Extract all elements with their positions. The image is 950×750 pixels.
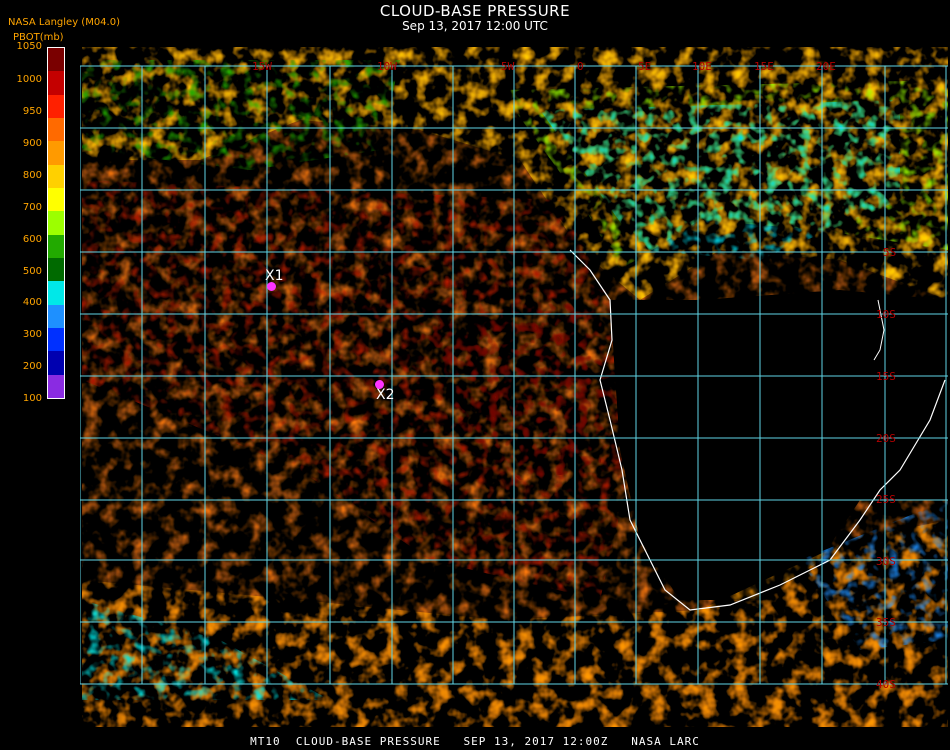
satellite-map: 5S 10S 15S 20S 25S 30S 35S 40S 15W 10W 5… <box>79 47 948 727</box>
colorbar-segment <box>48 304 64 329</box>
colorbar-tick-label: 100 <box>22 393 42 404</box>
colorbar-segment <box>48 281 64 306</box>
colorbar-tick-label: 500 <box>22 266 42 277</box>
colorbar-segment <box>48 258 64 282</box>
colorbar-tick-label: 700 <box>22 202 42 213</box>
colorbar <box>47 47 65 399</box>
lat-label: 5S <box>883 246 896 259</box>
footer-caption: MT10 CLOUD-BASE PRESSURE SEP 13, 2017 12… <box>250 735 700 748</box>
colorbar-segment <box>48 164 64 189</box>
tropical-green-cloud <box>82 60 400 170</box>
colorbar-segment <box>48 328 64 352</box>
lat-label: 40S <box>876 678 896 691</box>
colorbar-segment <box>48 118 64 142</box>
lat-label: 35S <box>876 616 896 629</box>
colorbar-tick-label: 1050 <box>16 41 42 52</box>
page-title: CLOUD-BASE PRESSURE <box>379 2 571 20</box>
colorbar-segment <box>48 94 64 119</box>
colorbar-tick-label: 600 <box>22 234 42 245</box>
colorbar-segment <box>48 351 64 376</box>
colorbar-tick-label: 800 <box>22 170 42 181</box>
colorbar-segment <box>48 71 64 96</box>
colorbar-tick-label: 950 <box>22 106 42 117</box>
colorbar-tick-label: 900 <box>22 138 42 149</box>
colorbar-segment <box>48 48 64 72</box>
marker-x2-dot <box>375 380 384 389</box>
colorbar-segment <box>48 374 64 399</box>
lat-label: 15S <box>876 370 896 383</box>
agency-label: NASA Langley (M04.0) <box>8 17 120 28</box>
lon-label: 10W <box>377 60 397 73</box>
lon-label: 20E <box>816 60 836 73</box>
marker-x1-dot <box>267 282 276 291</box>
lat-label: 10S <box>876 308 896 321</box>
page-subtitle: Sep 13, 2017 12:00 UTC <box>402 19 548 33</box>
colorbar-segment <box>48 188 64 212</box>
colorbar-tick-label: 300 <box>22 329 42 340</box>
lon-label: 15W <box>252 60 272 73</box>
colorbar-segment <box>48 141 64 166</box>
colorbar-tick-label: 200 <box>22 361 42 372</box>
colorbar-tick-label: 1000 <box>16 74 42 85</box>
lon-label: 10E <box>692 60 712 73</box>
lat-label: 20S <box>876 432 896 445</box>
lon-label: 5W <box>501 60 515 73</box>
colorbar-segment <box>48 211 64 236</box>
lat-label: 30S <box>876 555 896 568</box>
colorbar-segment <box>48 234 64 259</box>
lon-label: 0 <box>577 60 584 73</box>
lon-label: 15E <box>754 60 774 73</box>
lon-label: 5E <box>638 60 651 73</box>
colorbar-tick-label: 400 <box>22 297 42 308</box>
marker-x1-label: X1 <box>265 268 284 284</box>
lat-label: 25S <box>876 493 896 506</box>
marker-x2-label: X2 <box>376 387 395 403</box>
